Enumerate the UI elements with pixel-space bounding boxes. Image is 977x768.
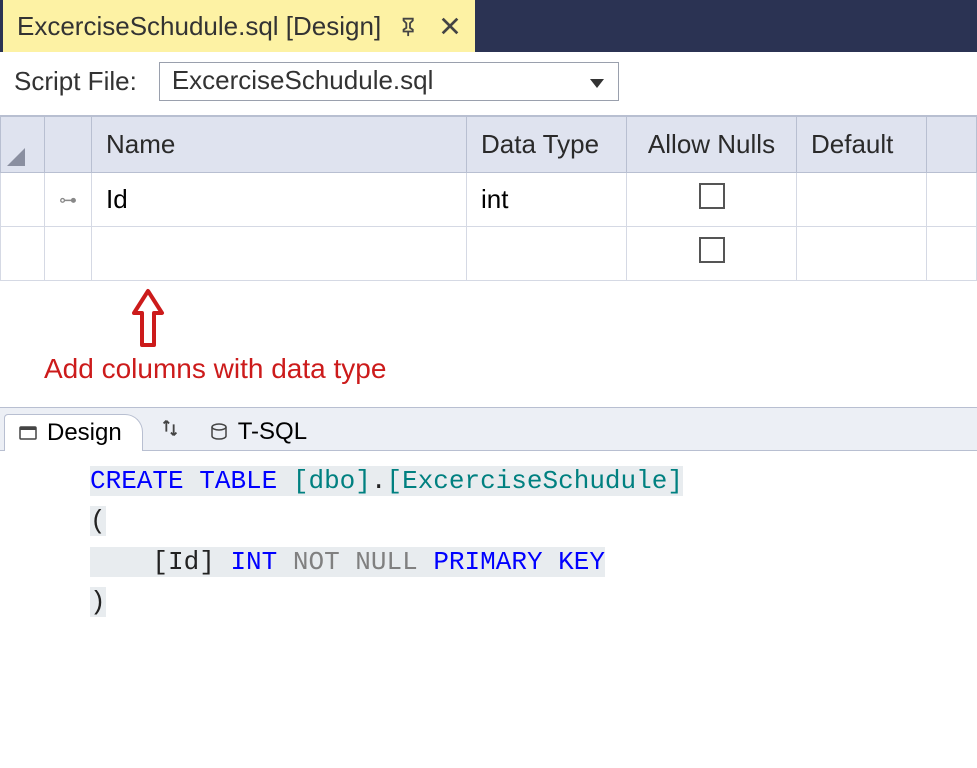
- tsql-tab-label: T-SQL: [238, 418, 307, 446]
- script-file-dropdown[interactable]: ExcerciseSchudule.sql: [159, 62, 619, 101]
- document-tab-title: ExcerciseSchudule.sql [Design]: [17, 11, 381, 42]
- sql-identifier: [ExcerciseSchudule]: [386, 466, 682, 496]
- sql-paren: (: [90, 506, 106, 536]
- design-tab-label: Design: [47, 419, 122, 447]
- allownulls-checkbox[interactable]: [699, 183, 725, 209]
- sql-keyword: TABLE: [199, 466, 277, 496]
- key-cell: ⊶: [45, 173, 92, 227]
- name-column-header: Name: [92, 117, 467, 173]
- sql-paren: ): [90, 587, 106, 617]
- datatype-cell[interactable]: [467, 227, 627, 281]
- row-selector-header: [1, 117, 45, 173]
- pin-icon[interactable]: [399, 15, 421, 37]
- extra-cell: [927, 173, 977, 227]
- allownulls-cell[interactable]: [627, 227, 797, 281]
- row-selector[interactable]: [1, 173, 45, 227]
- document-tab[interactable]: ExcerciseSchudule.sql [Design]: [3, 0, 475, 52]
- sql-identifier: [dbo]: [293, 466, 371, 496]
- default-cell[interactable]: [797, 173, 927, 227]
- extra-column-header: [927, 117, 977, 173]
- table-row[interactable]: [1, 227, 977, 281]
- extra-cell: [927, 227, 977, 281]
- corner-glyph-icon: [7, 148, 25, 166]
- key-cell: [45, 227, 92, 281]
- close-icon[interactable]: [439, 15, 461, 37]
- annotation-text: Add columns with data type: [44, 353, 386, 385]
- default-cell[interactable]: [797, 227, 927, 281]
- design-tab-icon: [17, 422, 39, 444]
- sql-dot: .: [371, 466, 387, 496]
- sql-column: [Id]: [152, 547, 214, 577]
- columns-designer-table[interactable]: Name Data Type Allow Nulls Default ⊶ Id …: [0, 116, 977, 281]
- table-row[interactable]: ⊶ Id int: [1, 173, 977, 227]
- datatype-column-header: Data Type: [467, 117, 627, 173]
- name-cell[interactable]: [92, 227, 467, 281]
- sql-keyword: NULL: [355, 547, 417, 577]
- sql-keyword: PRIMARY: [433, 547, 542, 577]
- key-column-header: [45, 117, 92, 173]
- default-column-header: Default: [797, 117, 927, 173]
- script-file-row: Script File: ExcerciseSchudule.sql: [0, 52, 977, 116]
- sql-keyword: NOT: [293, 547, 340, 577]
- annotation-arrow-icon: [128, 287, 168, 356]
- annotation-area: Add columns with data type: [0, 281, 977, 407]
- title-bar: ExcerciseSchudule.sql [Design]: [0, 0, 977, 52]
- sql-keyword: CREATE: [90, 466, 184, 496]
- script-file-value: ExcerciseSchudule.sql: [172, 65, 434, 95]
- primary-key-icon: ⊶: [59, 190, 77, 211]
- sql-keyword: KEY: [558, 547, 605, 577]
- allownulls-checkbox[interactable]: [699, 237, 725, 263]
- columns-header-row: Name Data Type Allow Nulls Default: [1, 117, 977, 173]
- allownulls-column-header: Allow Nulls: [627, 117, 797, 173]
- script-file-label: Script File:: [14, 66, 137, 97]
- name-cell[interactable]: Id: [92, 173, 467, 227]
- tab-design[interactable]: Design: [4, 414, 143, 451]
- sql-keyword: INT: [230, 547, 277, 577]
- tab-tsql[interactable]: T-SQL: [195, 413, 328, 450]
- swap-icon: [159, 417, 181, 446]
- swap-panes-button[interactable]: [145, 413, 195, 450]
- tsql-tab-icon: [208, 421, 230, 443]
- lower-tab-strip: Design T-SQL: [0, 407, 977, 451]
- row-selector[interactable]: [1, 227, 45, 281]
- datatype-cell[interactable]: int: [467, 173, 627, 227]
- allownulls-cell[interactable]: [627, 173, 797, 227]
- sql-editor[interactable]: CREATE TABLE [dbo].[ExcerciseSchudule] (…: [0, 451, 977, 632]
